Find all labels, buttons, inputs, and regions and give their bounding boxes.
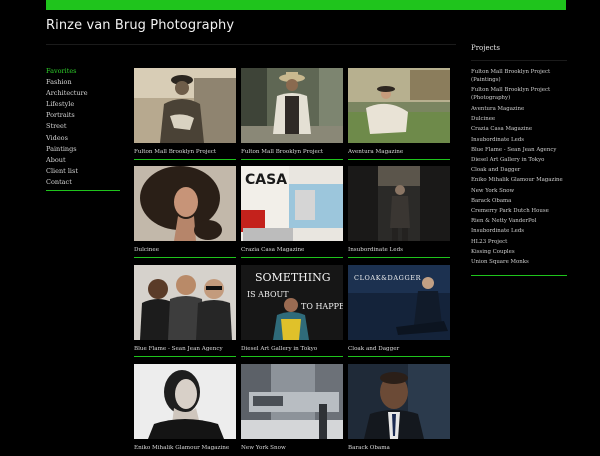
gallery-item[interactable]: SOMETHING IS ABOUT TO HAPPEN Diesel Art … <box>241 265 343 357</box>
header-divider <box>46 44 456 45</box>
gallery-item[interactable]: Dulcinee <box>134 166 236 258</box>
caption-divider <box>241 159 343 160</box>
gallery-item[interactable]: CASA Crazia Casa Magazine <box>241 166 343 258</box>
gallery-caption[interactable]: Blue Flame - Sean Jean Agency <box>134 346 236 352</box>
nav-item-favorites[interactable]: Favorites <box>46 66 120 77</box>
gallery-caption[interactable]: Dulcinee <box>134 247 236 253</box>
project-link[interactable]: Cloak and Dagger <box>471 165 567 175</box>
gallery-thumbnail[interactable] <box>134 166 236 241</box>
project-link[interactable]: Fulton Mall Brooklyn Project (Photograph… <box>471 86 567 102</box>
project-link[interactable]: Rien & Netty VanderPol <box>471 216 567 226</box>
projects-sidebar: Projects Fulton Mall Brooklyn Project (P… <box>471 44 567 277</box>
project-link[interactable]: Diesel Art Gallery in Tokyo <box>471 155 567 165</box>
gallery-thumbnail[interactable] <box>348 364 450 439</box>
nav-item-street[interactable]: Street <box>46 121 120 132</box>
gallery-thumbnail[interactable]: CASA <box>241 166 343 241</box>
gallery-item[interactable]: Eniko Mihalik Glamour Magazine <box>134 364 236 451</box>
caption-divider <box>134 356 236 357</box>
nav-item-portraits[interactable]: Portraits <box>46 110 120 121</box>
gallery-thumbnail[interactable] <box>348 68 450 143</box>
nav-item-client-list[interactable]: Client list <box>46 166 120 177</box>
nav-divider <box>46 190 120 191</box>
gallery-thumbnail[interactable] <box>241 68 343 143</box>
nav-item-fashion[interactable]: Fashion <box>46 77 120 88</box>
project-link[interactable]: Barack Obama <box>471 196 567 206</box>
gallery-caption[interactable]: Eniko Mihalik Glamour Magazine <box>134 445 236 451</box>
poster-line-3: TO HAPPEN <box>301 302 343 311</box>
gallery-thumbnail[interactable] <box>134 68 236 143</box>
project-link[interactable]: New York Snow <box>471 186 567 196</box>
ad-wordmark: CLOAK&DAGGER <box>354 274 422 282</box>
gallery-caption[interactable]: Barack Obama <box>348 445 450 451</box>
nav-item-about[interactable]: About <box>46 155 120 166</box>
gallery-caption[interactable]: Diesel Art Gallery in Tokyo <box>241 346 343 352</box>
gallery-item[interactable]: CLOAK&DAGGER Cloak and Dagger <box>348 265 450 357</box>
casa-cover-text: CASA <box>245 172 287 188</box>
gallery-item[interactable]: Fulton Mall Brooklyn Project <box>134 68 236 160</box>
caption-divider <box>348 257 450 258</box>
gallery-caption[interactable]: Insubordinate Leds <box>348 247 450 253</box>
gallery-thumbnail[interactable] <box>134 265 236 340</box>
project-link[interactable]: Blue Flame - Sean Jean Agency <box>471 145 567 155</box>
project-link[interactable]: Insubordinate Leds <box>471 226 567 236</box>
gallery-item[interactable]: Barack Obama <box>348 364 450 451</box>
project-link[interactable]: Union Square Monks <box>471 257 567 267</box>
gallery-caption[interactable]: Aventura Magazine <box>348 149 450 155</box>
project-link[interactable]: Aventura Magazine <box>471 104 567 114</box>
projects-divider <box>471 60 567 61</box>
gallery-caption[interactable]: Crazia Casa Magazine <box>241 247 343 253</box>
nav-item-paintings[interactable]: Paintings <box>46 144 120 155</box>
site-title[interactable]: Rinze van Brug Photography <box>46 18 234 33</box>
gallery-caption[interactable]: Cloak and Dagger <box>348 346 450 352</box>
project-link[interactable]: Fulton Mall Brooklyn Project (Paintings) <box>471 68 567 84</box>
category-nav: Favorites Fashion Architecture Lifestyle… <box>46 66 120 188</box>
poster-line-2: IS ABOUT <box>247 290 289 299</box>
caption-divider <box>134 159 236 160</box>
project-link[interactable]: Insubordinate Leds <box>471 135 567 145</box>
projects-bottom-divider <box>471 275 567 277</box>
project-link[interactable]: Kissing Couples <box>471 247 567 257</box>
gallery-caption[interactable]: Fulton Mall Brooklyn Project <box>241 149 343 155</box>
gallery-thumbnail[interactable] <box>348 166 450 241</box>
project-link[interactable]: HL23 Project <box>471 237 567 247</box>
nav-item-lifestyle[interactable]: Lifestyle <box>46 99 120 110</box>
project-link[interactable]: Eniko Mihalik Glamour Magazine <box>471 175 567 185</box>
project-link[interactable]: Crazia Casa Magazine <box>471 124 567 134</box>
gallery-thumbnail[interactable] <box>134 364 236 439</box>
top-accent-bar <box>46 0 566 10</box>
gallery-item[interactable]: Fulton Mall Brooklyn Project <box>241 68 343 160</box>
nav-item-videos[interactable]: Videos <box>46 133 120 144</box>
gallery-thumbnail[interactable]: CLOAK&DAGGER <box>348 265 450 340</box>
nav-item-contact[interactable]: Contact <box>46 177 120 188</box>
gallery-caption[interactable]: New York Snow <box>241 445 343 451</box>
caption-divider <box>241 257 343 258</box>
caption-divider <box>134 257 236 258</box>
gallery-thumbnail[interactable]: SOMETHING IS ABOUT TO HAPPEN <box>241 265 343 340</box>
gallery-item[interactable]: Aventura Magazine <box>348 68 450 160</box>
caption-divider <box>241 356 343 357</box>
caption-divider <box>348 159 450 160</box>
gallery-item[interactable]: New York Snow <box>241 364 343 451</box>
caption-divider <box>348 356 450 357</box>
poster-line-1: SOMETHING <box>255 271 331 284</box>
projects-heading: Projects <box>471 44 500 52</box>
gallery-item[interactable]: Insubordinate Leds <box>348 166 450 258</box>
gallery-item[interactable]: Blue Flame - Sean Jean Agency <box>134 265 236 357</box>
nav-item-architecture[interactable]: Architecture <box>46 88 120 99</box>
project-link[interactable]: Dulcinee <box>471 114 567 124</box>
gallery-caption[interactable]: Fulton Mall Brooklyn Project <box>134 149 236 155</box>
gallery-thumbnail[interactable] <box>241 364 343 439</box>
project-link[interactable]: Cremerry Park Dutch House <box>471 206 567 216</box>
